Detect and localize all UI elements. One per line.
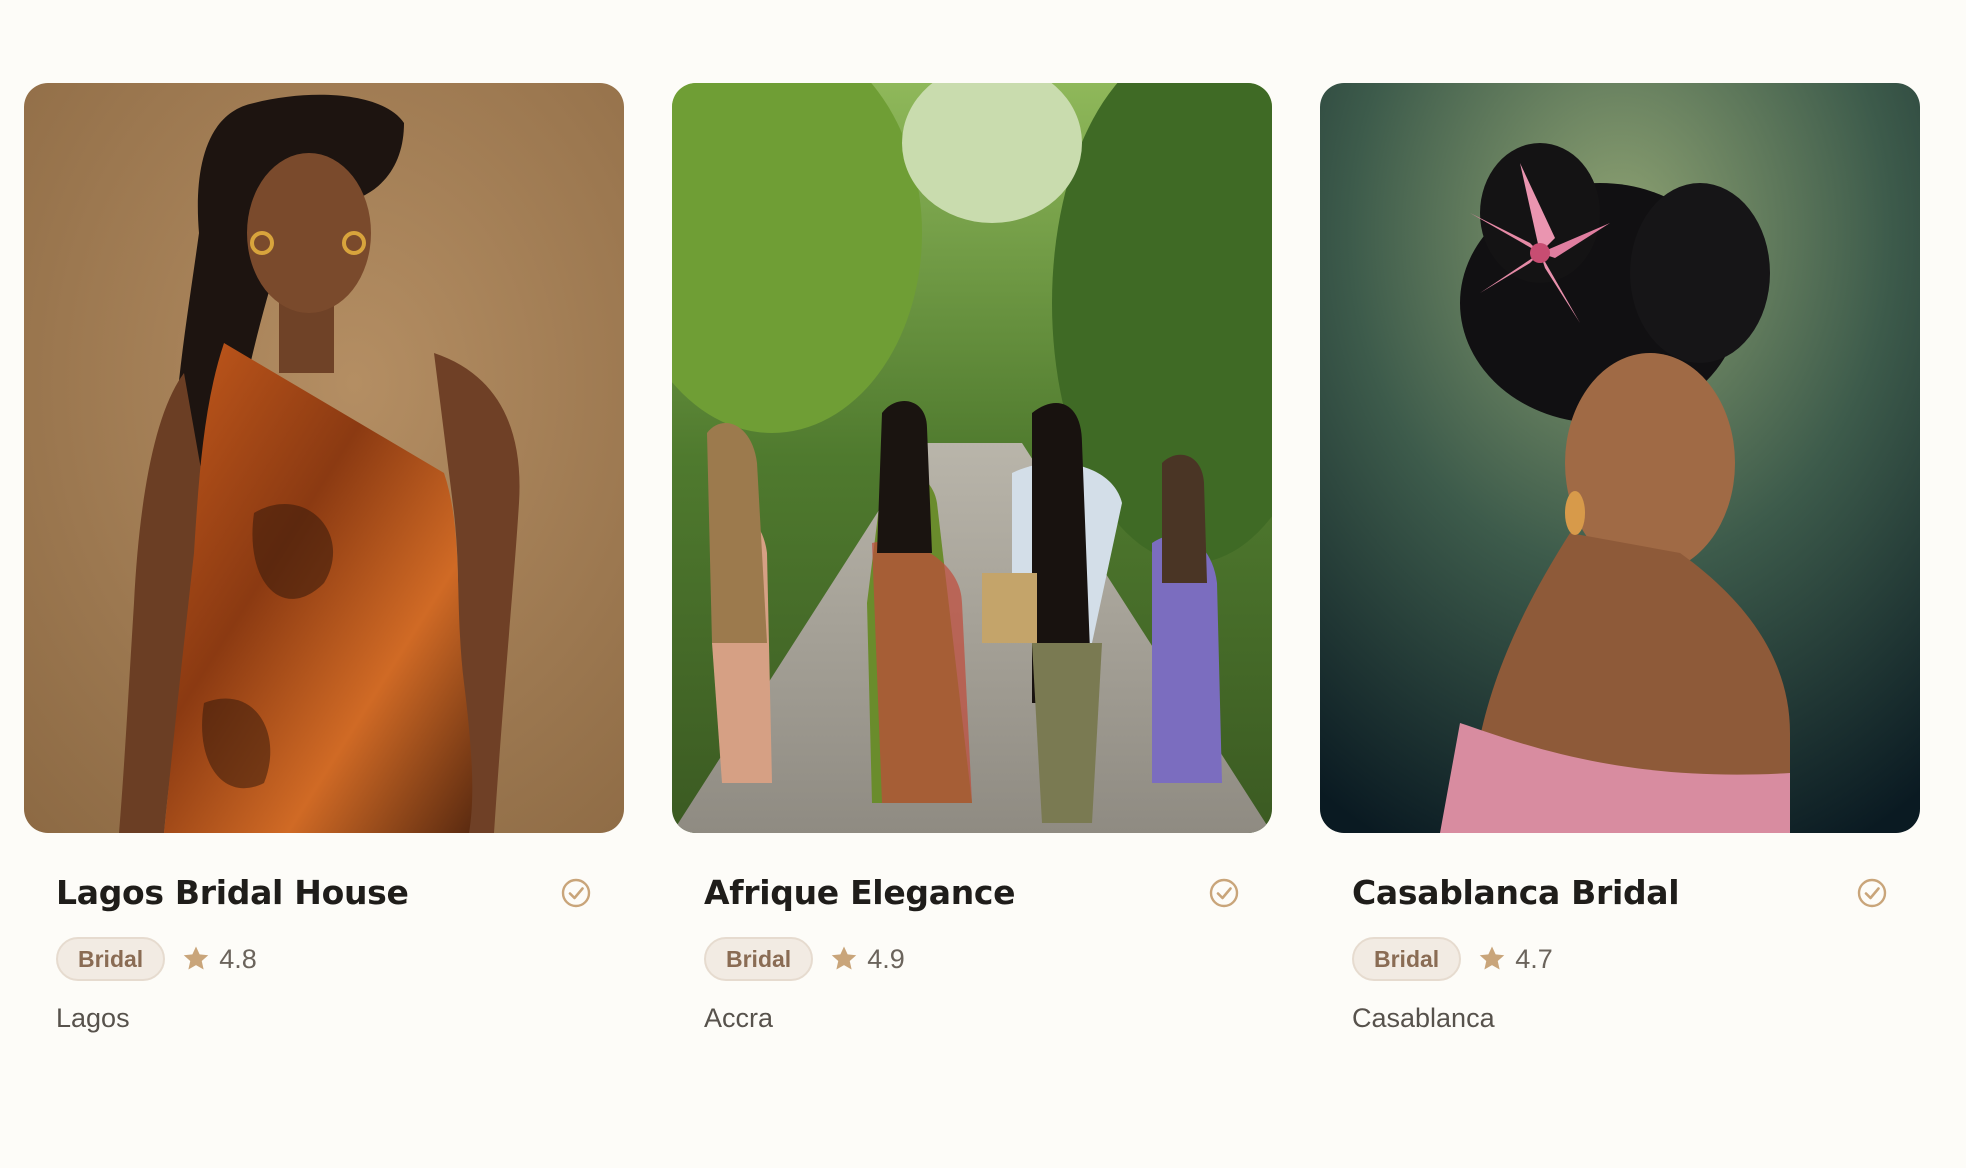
vendor-name[interactable]: Casablanca Bridal: [1352, 833, 1888, 913]
vendor-photo[interactable]: [24, 83, 624, 833]
vendor-meta: Bridal 4.7: [1352, 937, 1888, 981]
star-icon: [1479, 946, 1505, 970]
vendor-card[interactable]: Afrique Elegance Bridal 4.9 Accra: [672, 83, 1272, 1034]
rating-value: 4.8: [219, 943, 257, 974]
vendor-name[interactable]: Lagos Bridal House: [56, 833, 592, 913]
vendor-name[interactable]: Afrique Elegance: [704, 833, 1240, 913]
vendor-location: Casablanca: [1352, 1003, 1495, 1033]
vendor-location: Lagos: [56, 1003, 130, 1033]
vendor-card-info: Afrique Elegance Bridal 4.9 Accra: [672, 833, 1272, 1034]
rating: 4.9: [829, 944, 905, 975]
vendor-card-grid: Lagos Bridal House Bridal 4.8 Lagos Afri…: [24, 83, 1920, 1034]
rating-value: 4.7: [1515, 943, 1553, 974]
verified-check-icon: [561, 878, 591, 908]
category-badge: Bridal: [56, 937, 166, 981]
vendor-card-info: Lagos Bridal House Bridal 4.8 Lagos: [24, 833, 624, 1034]
rating: 4.7: [1477, 944, 1553, 975]
vendor-photo[interactable]: [672, 83, 1272, 833]
star-icon: [183, 946, 209, 970]
vendor-card[interactable]: Lagos Bridal House Bridal 4.8 Lagos: [24, 83, 624, 1034]
vendor-card[interactable]: Casablanca Bridal Bridal 4.7 Casablanca: [1320, 83, 1920, 1034]
vendor-meta: Bridal 4.9: [704, 937, 1240, 981]
category-badge: Bridal: [704, 937, 814, 981]
verified-check-icon: [1209, 878, 1239, 908]
category-badge: Bridal: [1352, 937, 1462, 981]
verified-check-icon: [1857, 878, 1887, 908]
rating-value: 4.9: [867, 943, 905, 974]
vendor-photo[interactable]: [1320, 83, 1920, 833]
vendor-meta: Bridal 4.8: [56, 937, 592, 981]
woman-orange-dress-photo: [24, 83, 624, 833]
woman-pink-lily-hair-photo: [1320, 83, 1920, 833]
star-icon: [831, 946, 857, 970]
women-walking-forest-path-photo: [672, 83, 1272, 833]
vendor-card-info: Casablanca Bridal Bridal 4.7 Casablanca: [1320, 833, 1920, 1034]
vendor-location: Accra: [704, 1003, 774, 1033]
rating: 4.8: [181, 944, 257, 975]
